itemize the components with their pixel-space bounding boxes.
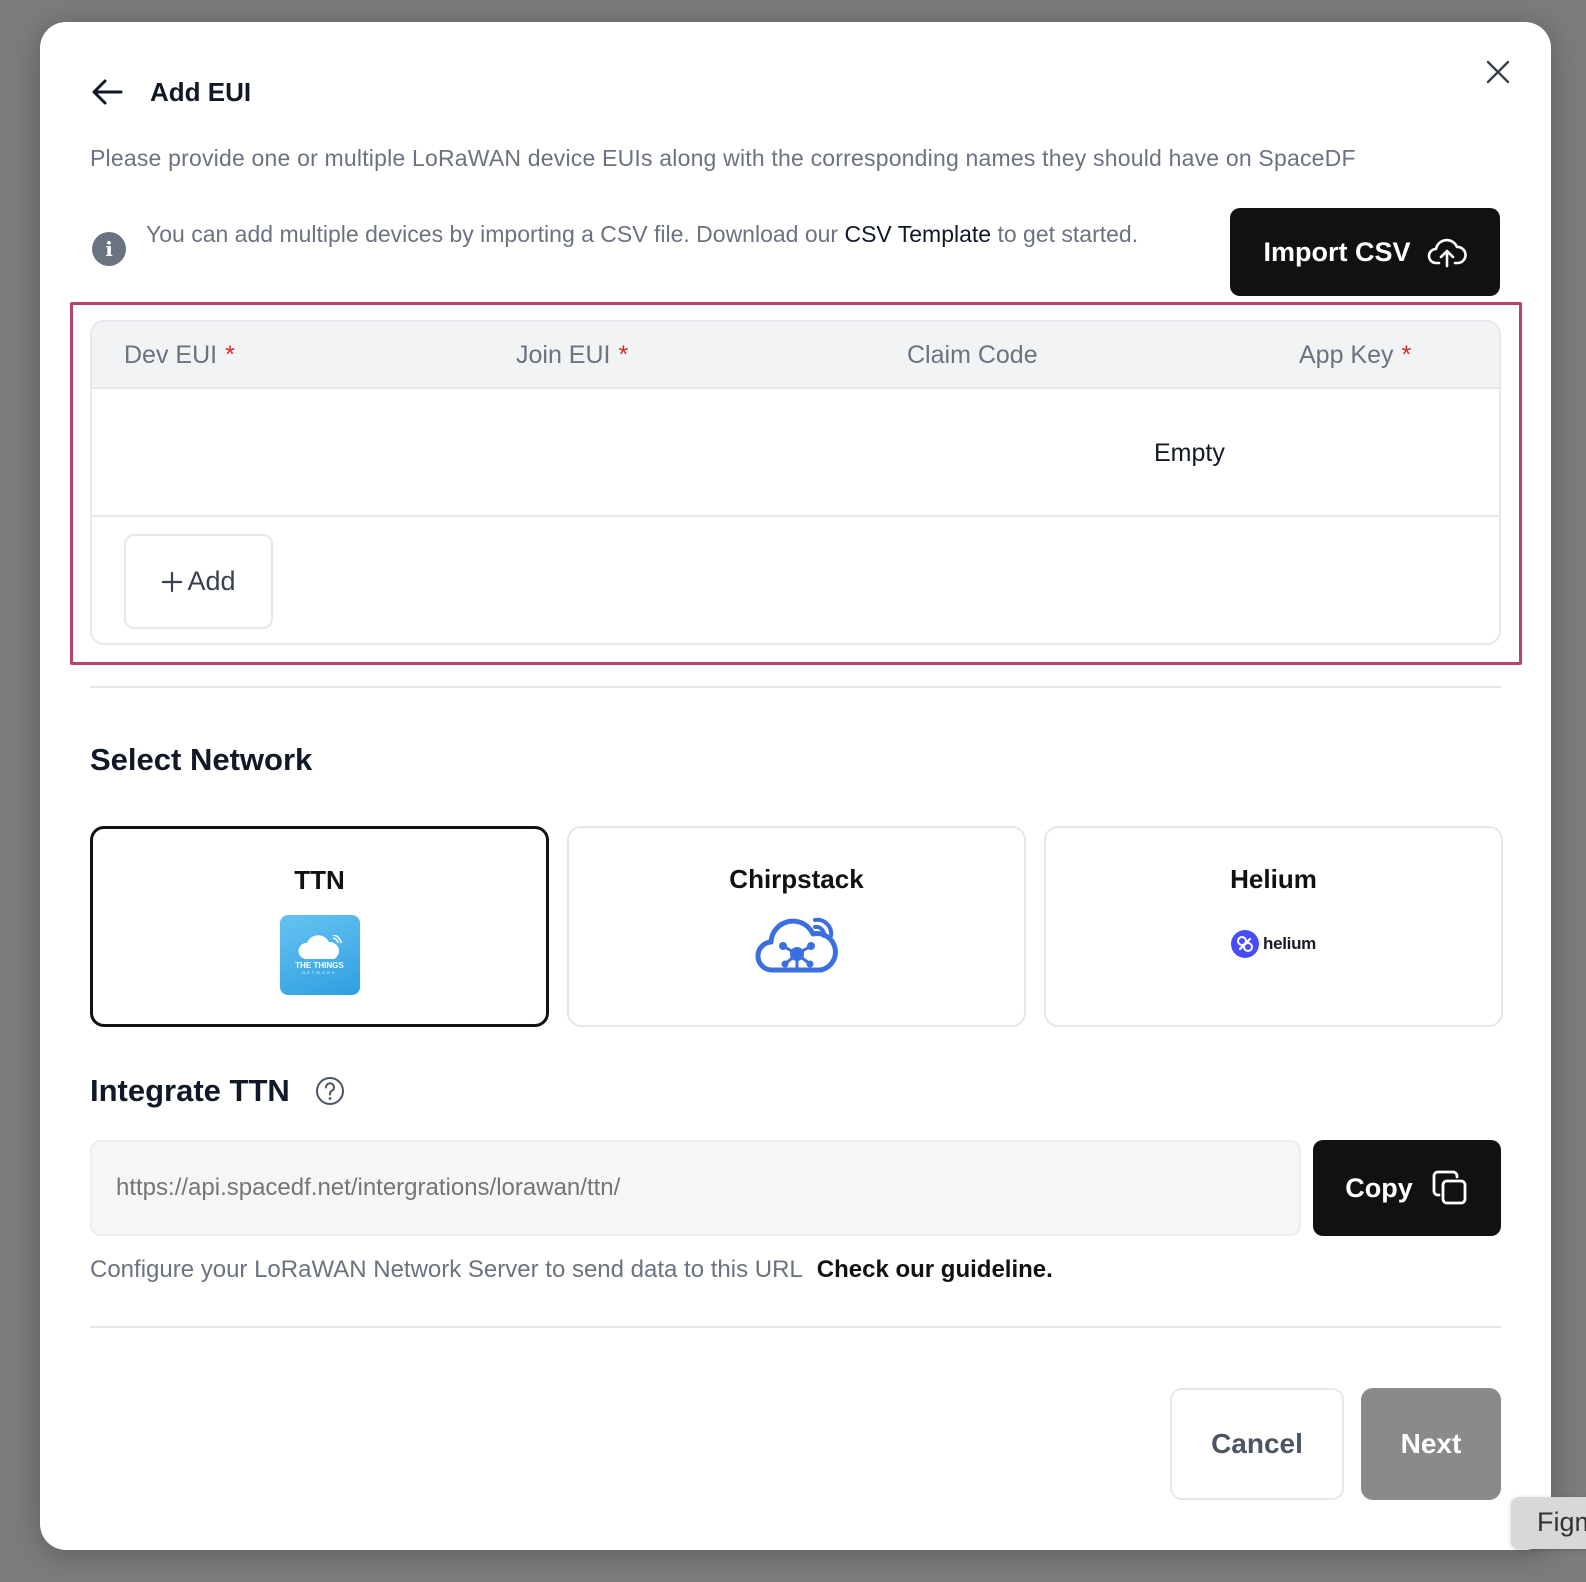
dialog-subtitle: Please provide one or multiple LoRaWAN d… bbox=[90, 145, 1356, 171]
cloud-upload-icon bbox=[1427, 238, 1467, 268]
next-button[interactable]: Next bbox=[1361, 1388, 1501, 1500]
ttn-logo: THE THINGS NETWORK bbox=[93, 915, 546, 995]
cancel-button[interactable]: Cancel bbox=[1170, 1388, 1344, 1500]
select-network-title: Select Network bbox=[90, 742, 313, 777]
required-marker: * bbox=[1401, 341, 1412, 369]
figma-tab[interactable]: Figma bbox=[1511, 1497, 1586, 1549]
dialog-title: Add EUI bbox=[150, 76, 252, 107]
footer-divider bbox=[90, 1326, 1501, 1328]
helium-logo-mark: helium bbox=[1231, 930, 1316, 958]
arrow-left-icon bbox=[92, 79, 123, 105]
chirpstack-cloud-icon bbox=[754, 917, 838, 973]
helium-icon bbox=[1231, 930, 1259, 958]
network-option-helium[interactable]: Helium helium bbox=[1044, 826, 1503, 1027]
section-divider bbox=[90, 686, 1501, 688]
network-name: Chirpstack bbox=[729, 864, 864, 894]
integrate-title: Integrate TTN bbox=[90, 1073, 290, 1108]
table-footer: Add bbox=[92, 517, 1499, 643]
plus-icon bbox=[162, 571, 183, 592]
helium-wordmark: helium bbox=[1263, 934, 1316, 953]
guideline-link[interactable]: Check our guideline. bbox=[817, 1256, 1053, 1283]
csv-info-text-after: to get started. bbox=[991, 221, 1139, 247]
required-marker: * bbox=[225, 341, 235, 369]
network-name: TTN bbox=[294, 865, 345, 895]
helium-logo: helium bbox=[1046, 914, 1501, 958]
required-marker: * bbox=[618, 341, 629, 369]
column-label: Claim Code bbox=[907, 341, 1038, 369]
copy-label: Copy bbox=[1345, 1172, 1413, 1203]
table-empty-state: Empty bbox=[92, 389, 1499, 517]
ttn-logo-badge: THE THINGS NETWORK bbox=[279, 915, 360, 995]
help-button[interactable] bbox=[314, 1075, 346, 1107]
column-label: App Key bbox=[1299, 341, 1394, 369]
table-header: Dev EUI * Join EUI * Claim Code App Key * bbox=[92, 322, 1499, 389]
question-circle-icon bbox=[315, 1077, 344, 1105]
network-name: Helium bbox=[1230, 864, 1317, 894]
column-label: Dev EUI bbox=[124, 341, 218, 369]
column-header-claim-code: Claim Code bbox=[907, 341, 1046, 370]
cloud-icon bbox=[297, 935, 342, 959]
ttn-logo-text: THE THINGS bbox=[295, 961, 344, 970]
copy-url-button[interactable]: Copy bbox=[1313, 1140, 1501, 1236]
column-header-join-eui: Join EUI * bbox=[516, 341, 628, 370]
csv-info-text-before: You can add multiple devices by importin… bbox=[146, 221, 845, 247]
webhook-url-input[interactable] bbox=[90, 1140, 1301, 1236]
column-header-dev-eui: Dev EUI * bbox=[124, 341, 235, 370]
column-label: Join EUI bbox=[516, 341, 611, 369]
config-instructions: Configure your LoRaWAN Network Server to… bbox=[90, 1256, 1053, 1284]
column-header-app-key: App Key * bbox=[1299, 341, 1411, 370]
integrate-header: Integrate TTN bbox=[90, 1066, 346, 1116]
eui-table: Dev EUI * Join EUI * Claim Code App Key * E… bbox=[90, 320, 1501, 645]
network-option-ttn[interactable]: TTN THE THINGS NETWORK bbox=[90, 826, 549, 1027]
copy-icon bbox=[1432, 1170, 1467, 1205]
empty-text: Empty bbox=[1154, 439, 1225, 467]
ttn-logo-subtext: NETWORK bbox=[302, 970, 337, 975]
back-button[interactable] bbox=[90, 72, 130, 112]
close-button[interactable] bbox=[1480, 54, 1516, 90]
csv-info-text: You can add multiple devices by importin… bbox=[146, 218, 1186, 250]
add-row-button[interactable]: Add bbox=[124, 534, 273, 629]
import-csv-button[interactable]: Import CSV bbox=[1230, 208, 1500, 296]
dialog-header: Add EUI bbox=[90, 72, 251, 112]
network-option-chirpstack[interactable]: Chirpstack bbox=[567, 826, 1026, 1027]
import-csv-label: Import CSV bbox=[1263, 236, 1411, 267]
config-text: Configure your LoRaWAN Network Server to… bbox=[90, 1256, 803, 1283]
csv-info-row: i You can add multiple devices by import… bbox=[90, 208, 1501, 298]
csv-template-link[interactable]: CSV Template bbox=[844, 221, 991, 247]
add-row-label: Add bbox=[187, 566, 236, 596]
close-icon bbox=[1486, 60, 1510, 84]
chirpstack-logo bbox=[569, 914, 1024, 978]
info-icon: i bbox=[92, 232, 126, 266]
